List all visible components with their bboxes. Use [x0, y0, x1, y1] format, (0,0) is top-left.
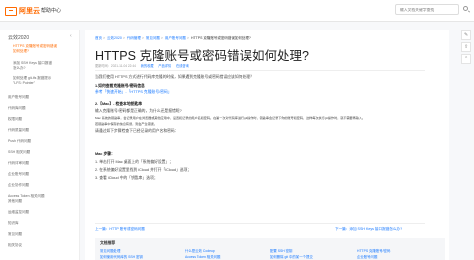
doc-reference-link[interactable]: 参考「快速开始」-「HTTPS 克隆账号/密码」 [95, 90, 172, 95]
product-details-link[interactable]: 产品详情 [158, 64, 171, 68]
body-text: 若钥匙串中保存的信息有误，则会产生错误。 [95, 122, 157, 127]
line-text: Mac 步骤： [95, 152, 115, 156]
article-meta: 更新时间：2021-11-04 22:44 我的收藏 产品详情 在线咨询 [95, 63, 189, 68]
sidebar-item[interactable]: 其他问题 [8, 199, 22, 204]
recommended-doc-link[interactable]: 如何使用代码库的 SSH 密钥 [100, 254, 143, 259]
logo-text: 阿里云 [19, 8, 40, 15]
recommended-docs-title: 文档推荐 [100, 241, 116, 245]
sidebar-item[interactable]: 知识库 [8, 221, 19, 226]
recommended-doc-link[interactable]: 配置 SSH 密钥 [270, 248, 292, 253]
body-text: 1. 单击打开 Mac 桌面上的「系统偏好设置」； [95, 160, 173, 165]
pager-divider [95, 223, 425, 224]
online-consult-link[interactable]: 在线咨询 [176, 64, 189, 68]
sidebar-item[interactable]: 代码评审问题 [8, 161, 29, 166]
update-date: 更新时间：2021-11-04 22:44 [95, 64, 136, 68]
line-text: 3. 查看 iCloud 中的「钥匙串」选项； [95, 176, 158, 180]
body-text: 请通过如下步骤检查下已经记录的用户名和密码： [95, 129, 179, 134]
recommended-doc-link[interactable]: 企业账号问题 [357, 254, 377, 259]
body-text: 输入克隆账号/密码都是正确的，为什么还是报错呢? [95, 109, 182, 114]
line-text: 请通过如下步骤检查下已经记录的用户名和密码： [95, 129, 179, 133]
share-icon: ⇪ [464, 44, 469, 50]
sidebar-item[interactable]: 企业协作问题 [8, 183, 29, 188]
recommended-doc-link[interactable]: 如何删除 git 中的某一个提交 [270, 254, 313, 259]
sidebar-item[interactable]: 如何处理? [13, 49, 29, 54]
collapse-sidebar-icon[interactable]: ‹ [70, 34, 75, 39]
recommended-docs-panel: 文档推荐 常见问题处理 什么是云效 Codeup 配置 SSH 密钥 HTTPS 克隆… [95, 238, 445, 260]
breadcrumb-separator: > [122, 36, 125, 40]
body-text: 3. 查看 iCloud 中的「钥匙串」选项； [95, 176, 158, 181]
body-text: 当我们使用 HTTPS 方式进行代码库克隆的时候，如果遇到克隆账号或密码错误应该… [95, 75, 254, 80]
breadcrumb-separator: > [186, 36, 189, 40]
breadcrumb-item[interactable]: 用户账号问题 [165, 36, 186, 40]
section-heading: 1.如何查看克隆账号/密码信息 [95, 84, 145, 89]
breadcrumb-item[interactable]: 常见问题 [146, 36, 160, 40]
line-text: 参考「快速开始」-「HTTPS 克隆账号/密码」 [95, 90, 172, 94]
aliyun-logo-icon [5, 6, 17, 16]
top-navigation-bar: 阿里云 帮助中心 [0, 0, 474, 22]
sidebar-item[interactable]: 企业账号问题 [8, 172, 29, 177]
recommended-doc-link[interactable]: HTTPS 克隆账号/密码 [357, 248, 390, 253]
section-heading: Mac 步骤： [95, 152, 115, 157]
sidebar-item[interactable]: 相关协议 [8, 243, 22, 248]
recommended-doc-link[interactable]: 常见问题处理 [100, 248, 120, 253]
line-text: 1. 单击打开 Mac 桌面上的「系统偏好设置」； [95, 160, 174, 164]
title-divider [95, 70, 425, 71]
breadcrumb-item[interactable]: 代码管理 [127, 36, 141, 40]
doc-search-input[interactable] [395, 4, 459, 15]
line-text: 1.如何查看克隆账号/密码信息 [95, 84, 145, 88]
recommended-doc-link[interactable]: 什么是云效 Codeup [185, 248, 215, 253]
line-text: 输入克隆账号/密码都是正确的，为什么还是报错呢? [95, 109, 182, 113]
breadcrumb-separator: > [160, 36, 163, 40]
page-title: HTTPS 克隆账号或密码错误如何处理? [95, 49, 309, 63]
sidebar-item[interactable]: 怎么办? [13, 66, 25, 71]
sidebar-item[interactable]: 权限问题 [8, 117, 22, 122]
section-heading: 2.【Mac】- 检查本地钥匙串 [95, 102, 142, 107]
sidebar-item[interactable]: "LFS: Pointer" [13, 81, 35, 86]
line-text: 若钥匙串中保存的信息有误，则会产生错误。 [95, 122, 157, 126]
line-text: 2. 在系统偏好设置里找到 iCloud 并打开「iCloud」选项； [95, 168, 192, 172]
breadcrumb-current: HTTPS 克隆账号或密码错误如何处理? [190, 36, 251, 40]
sidebar-item[interactable]: Push 代码问题 [8, 139, 31, 144]
sidebar-item[interactable]: 代码库问题 [8, 106, 26, 111]
sidebar-item[interactable]: 运维监控问题 [8, 210, 29, 215]
favorite-link[interactable]: 我的收藏 [141, 64, 154, 68]
aliyun-logo[interactable]: 阿里云 [5, 6, 40, 16]
sidebar-item[interactable]: 代码质量问题 [8, 128, 29, 133]
line-text: Mac 系统的钥匙串，会记录用户在浏览器或其他应用中，设置和记录的用户名和密码。… [95, 116, 366, 120]
sidebar-item[interactable]: 用户账号问题 [8, 95, 29, 100]
prev-article-link[interactable]: 上一篇：HTTP 账号或密码问题 [95, 227, 145, 232]
search-icon[interactable] [463, 6, 468, 11]
sidebar-title: 云效2020 [8, 35, 30, 41]
sidebar-item[interactable]: SSH 相关问题 [8, 150, 30, 155]
sidebar-item[interactable]: 常见问题 [8, 232, 22, 237]
breadcrumb-separator: > [141, 36, 144, 40]
back-to-top-icon: ⌃ [464, 56, 469, 62]
line-text: 当我们使用 HTTPS 方式进行代码库克隆的时候，如果遇到克隆账号或密码错误应该… [95, 75, 254, 79]
body-text: Mac 系统的钥匙串，会记录用户在浏览器或其他应用中，设置和记录的用户名和密码。… [95, 116, 365, 121]
help-center-label[interactable]: 帮助中心 [41, 7, 61, 14]
share-button[interactable]: ⇪ [461, 42, 471, 52]
breadcrumb-separator: > [103, 36, 106, 40]
body-text: 2. 在系统偏好设置里找到 iCloud 并打开「iCloud」选项； [95, 168, 191, 173]
feedback-button[interactable]: ✎ [461, 30, 471, 40]
breadcrumb: 首页> 云效2020> 代码管理> 常见问题> 用户账号问题> HTTPS 克隆… [95, 36, 251, 41]
article-content: 首页> 云效2020> 代码管理> 常见问题> 用户账号问题> HTTPS 克隆… [85, 30, 449, 260]
doc-sidebar: 云效2020 ‹ HTTPS 克隆账号或密码错误 如何处理? 添加 SSH Keys… [0, 30, 80, 260]
breadcrumb-item[interactable]: 首页 [95, 36, 102, 40]
feedback-icon: ✎ [464, 32, 469, 38]
back-to-top-button[interactable]: ⌃ [461, 54, 471, 64]
recommended-doc-link[interactable]: Access Token 相关问题 [185, 254, 220, 259]
breadcrumb-item[interactable]: 云效2020 [107, 36, 122, 40]
next-article-link[interactable]: 下一篇：添加 SSH Keys 接口报错怎么办? [335, 227, 402, 232]
line-text: 2.【Mac】- 检查本地钥匙串 [95, 102, 143, 106]
